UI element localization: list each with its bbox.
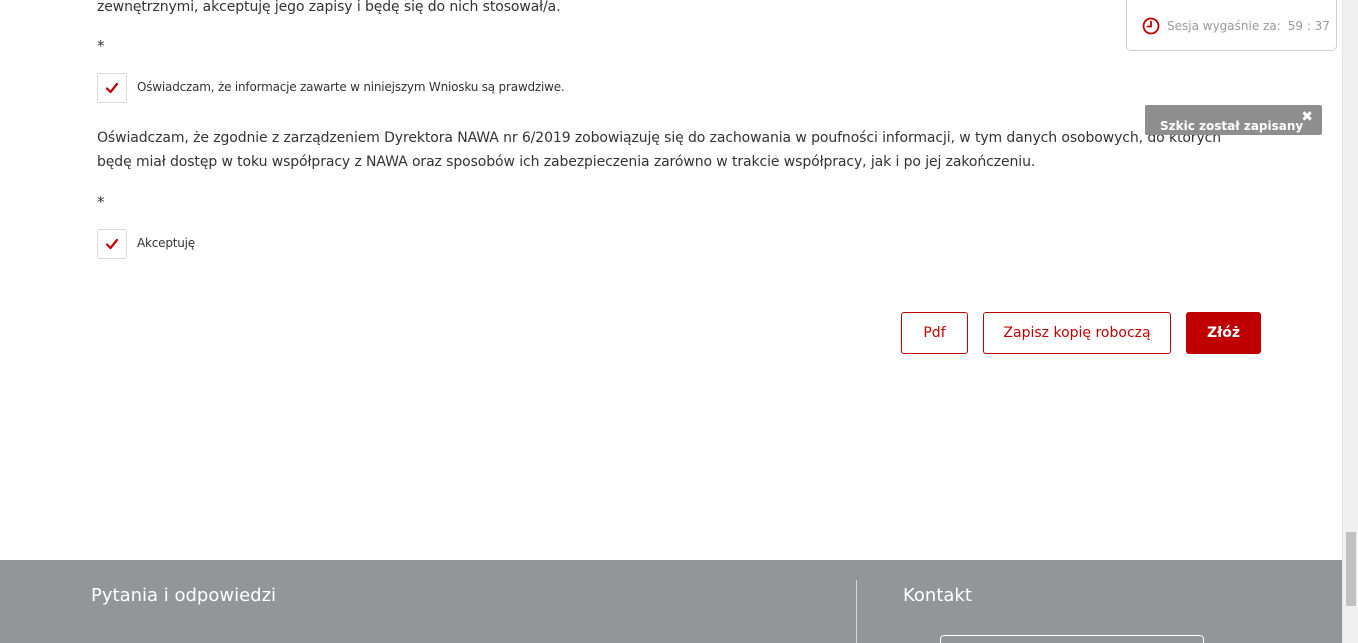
clock-icon <box>1142 17 1160 35</box>
footer-faq-title[interactable]: Pytania i odpowiedzi <box>91 585 276 606</box>
declaration-true-label: Oświadczam, że informacje zawarte w nini… <box>137 80 565 94</box>
required-marker-1: * <box>97 37 105 55</box>
declaration-true-checkbox[interactable] <box>97 73 127 103</box>
footer: Pytania i odpowiedzi Kontakt <box>0 560 1342 643</box>
save-draft-button[interactable]: Zapisz kopię roboczą <box>983 312 1171 354</box>
top-text-tail: zewnętrznymi, akceptuję jego zapisy i bę… <box>97 0 561 15</box>
checkmark-icon <box>106 238 118 250</box>
submit-button[interactable]: Złóż <box>1186 312 1261 354</box>
session-time: 59 : 37 <box>1287 19 1330 33</box>
toast-message: Szkic został zapisany <box>1160 119 1304 133</box>
confidentiality-text-line1: Oświadczam, że zgodnie z zarządzeniem Dy… <box>97 130 1222 146</box>
pdf-button[interactable]: Pdf <box>901 312 968 354</box>
footer-contact-title: Kontakt <box>903 585 972 606</box>
checkmark-icon <box>106 82 118 94</box>
scrollbar-thumb[interactable] <box>1346 532 1356 606</box>
required-marker-2: * <box>97 193 105 211</box>
session-label: Sesja wygaśnie za: <box>1167 19 1281 33</box>
form-content: zewnętrznymi, akceptuję jego zapisy i bę… <box>0 0 1342 560</box>
page-scrollbar[interactable] <box>1342 0 1358 643</box>
footer-divider <box>856 580 857 643</box>
confidentiality-text-line2: będę miał dostęp w toku współpracy z NAW… <box>97 154 1036 170</box>
session-timer: Sesja wygaśnie za: 59 : 37 <box>1142 17 1330 35</box>
footer-contact-box[interactable] <box>940 635 1204 643</box>
confidentiality-text: Oświadczam, że zgodnie z zarządzeniem Dy… <box>97 126 1227 174</box>
accept-label: Akceptuję <box>137 236 195 250</box>
close-icon[interactable]: ✖ <box>1301 109 1313 125</box>
draft-saved-toast: Szkic został zapisany ✖ <box>1145 105 1322 135</box>
session-timer-panel: Sesja wygaśnie za: 59 : 37 <box>1126 0 1337 51</box>
accept-checkbox[interactable] <box>97 229 127 259</box>
